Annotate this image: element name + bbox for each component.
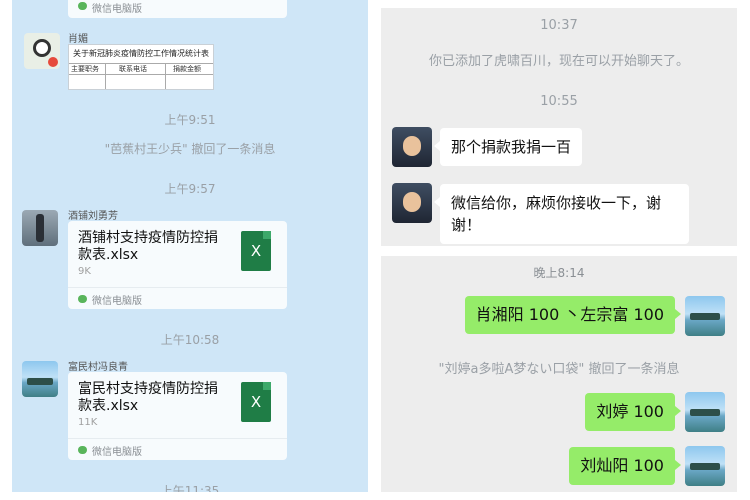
excel-file-icon: X (241, 382, 271, 422)
table-header: 主要职务 (71, 65, 99, 73)
message-bubble[interactable]: 刘灿阳 100 (569, 447, 681, 485)
message-bubble[interactable]: 肖湘阳 100 丶左宗富 100 (464, 296, 682, 334)
file-title: 酒铺村支持疫情防控捐款表.xlsx (78, 230, 218, 263)
timestamp: 上午11:35 (160, 484, 220, 492)
excel-file-icon: X (241, 231, 271, 271)
timestamp: 上午9:57 (164, 182, 216, 196)
sender-name: 酒铺刘勇芳 (68, 211, 118, 222)
recall-notice: "刘婷a多啦A梦ない口袋" 撤回了一条消息 (438, 362, 680, 377)
card-footer: 微信电脑版 (68, 287, 287, 309)
avatar-huxiaobaichuan[interactable] (392, 127, 432, 167)
footer-label: 微信电脑版 (92, 447, 142, 458)
avatar-self[interactable] (685, 296, 725, 336)
avatar-fengliangqing[interactable] (22, 361, 58, 397)
avatar-self[interactable] (685, 446, 725, 486)
image-title: 关于新冠肺炎疫情防控工作情况统计表 (73, 49, 209, 58)
sender-name: 肖媚 (68, 34, 88, 45)
message-bubble[interactable]: 微信给你，麻烦你接收一下，谢谢！ (434, 184, 689, 244)
file-size: 9K (78, 266, 91, 277)
image-message-table[interactable]: 关于新冠肺炎疫情防控工作情况统计表 主要职务 联系电话 捐款金额 (68, 44, 214, 90)
timestamp: 上午9:51 (164, 113, 216, 127)
table-divider (105, 63, 106, 89)
wechat-icon (78, 295, 87, 303)
table-divider (165, 63, 166, 89)
message-bubble[interactable]: 刘婷 100 (585, 393, 681, 431)
avatar-huxiaobaichuan[interactable] (392, 183, 432, 223)
avatar-self[interactable] (685, 392, 725, 432)
file-title: 富民村支持疫情防控捐款表.xlsx (78, 381, 218, 414)
file-card-jiupu[interactable]: 酒铺村支持疫情防控捐款表.xlsx 9K X 微信电脑版 (68, 221, 287, 309)
badge-icon (48, 57, 58, 67)
chat-panel-right-bottom: 晚上8:14 肖湘阳 100 丶左宗富 100 "刘婷a多啦A梦ない口袋" 撤回… (381, 256, 737, 492)
panda-icon (33, 39, 51, 57)
chat-panel-left: 微信电脑版 肖媚 关于新冠肺炎疫情防控工作情况统计表 主要职务 联系电话 捐款金… (12, 0, 368, 492)
table-header: 捐款金额 (173, 65, 201, 73)
file-card-partial[interactable]: 微信电脑版 (68, 0, 287, 18)
system-message: 你已添加了虎啸百川，现在可以开始聊天了。 (428, 54, 689, 69)
card-footer: 微信电脑版 (92, 4, 142, 15)
timestamp: 10:55 (540, 94, 578, 109)
wechat-icon (78, 2, 87, 10)
chat-panel-right-top: 10:37 你已添加了虎啸百川，现在可以开始聊天了。 10:55 那个捐款我捐一… (381, 8, 737, 246)
timestamp: 晚上8:14 (533, 266, 585, 280)
avatar-xiaomei[interactable] (24, 33, 60, 69)
timestamp: 上午10:58 (160, 333, 220, 347)
wechat-icon (78, 446, 87, 454)
avatar-liuyongfang[interactable] (22, 210, 58, 246)
face-icon (403, 136, 421, 156)
sender-name: 富民村冯良青 (68, 362, 128, 373)
file-card-fumin[interactable]: 富民村支持疫情防控捐款表.xlsx 11K X 微信电脑版 (68, 372, 287, 460)
table-header: 联系电话 (119, 65, 147, 73)
timestamp: 10:37 (540, 18, 578, 33)
face-icon (403, 192, 421, 212)
recall-notice: "芭蕉村王少兵" 撤回了一条消息 (104, 142, 276, 156)
card-footer: 微信电脑版 (68, 438, 287, 460)
footer-label: 微信电脑版 (92, 296, 142, 307)
person-icon (36, 214, 44, 242)
file-size: 11K (78, 417, 98, 428)
message-bubble[interactable]: 那个捐款我捐一百 (433, 128, 583, 166)
